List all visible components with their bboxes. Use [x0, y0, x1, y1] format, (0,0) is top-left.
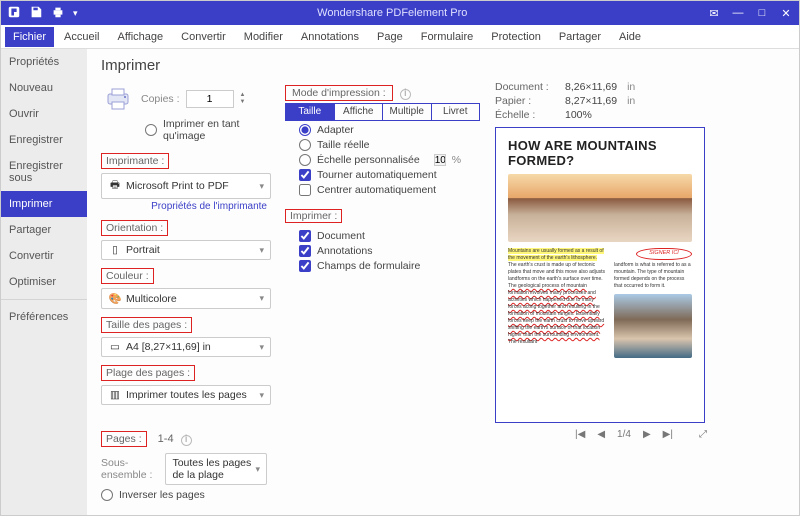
menu-aide[interactable]: Aide: [611, 27, 649, 47]
copies-input[interactable]: [186, 90, 234, 108]
sidebar: Propriétés Nouveau Ouvrir Enregistrer En…: [1, 49, 87, 515]
chevron-down-icon: ▾: [259, 390, 264, 401]
maximize-button[interactable]: □: [755, 7, 769, 19]
print-icon[interactable]: [51, 5, 65, 22]
sidebar-partager[interactable]: Partager: [1, 217, 87, 243]
pages-section-label: Pages :: [101, 431, 147, 447]
menubar: Fichier Accueil Affichage Convertir Modi…: [1, 25, 799, 49]
orientation-section-label: Orientation :: [101, 220, 168, 236]
pager-prev[interactable]: ◀: [597, 429, 605, 440]
printer-dropdown[interactable]: 🖶 Microsoft Print to PDF ▾: [101, 173, 271, 199]
preview-thumb-image: [614, 294, 692, 358]
fit-real-radio[interactable]: [299, 139, 311, 151]
subset-dropdown[interactable]: Toutes les pages de la plage ▾: [165, 453, 267, 485]
tab-livret[interactable]: Livret: [432, 104, 480, 120]
close-button[interactable]: ✕: [779, 7, 793, 20]
pager-zoom[interactable]: ⤢: [699, 429, 707, 440]
info-icon[interactable]: i: [400, 89, 411, 100]
pages-value: 1-4: [158, 433, 174, 445]
menu-protection[interactable]: Protection: [483, 27, 549, 47]
menu-annotations[interactable]: Annotations: [293, 27, 367, 47]
pagesize-dropdown[interactable]: ▭ A4 [8,27×11,69] in ▾: [101, 337, 271, 357]
color-section-label: Couleur :: [101, 268, 154, 284]
auto-rotate-check[interactable]: [299, 169, 311, 181]
menu-formulaire[interactable]: Formulaire: [413, 27, 482, 47]
reverse-pages-radio[interactable]: [101, 489, 113, 501]
preview-headline: HOW ARE MOUNTAINS FORMED?: [508, 138, 692, 168]
pages-icon: ▥: [108, 389, 122, 401]
preview-pager: |◀ ◀ 1/4 ▶ ▶| ⤢: [495, 429, 787, 440]
sidebar-enregistrer[interactable]: Enregistrer: [1, 127, 87, 153]
fit-custom-radio[interactable]: [299, 154, 311, 166]
print-as-image-label: Imprimer en tant qu'image: [163, 118, 267, 142]
print-preview: HOW ARE MOUNTAINS FORMED? Mountains are …: [495, 127, 705, 423]
sidebar-enregistrer-sous[interactable]: Enregistrer sous: [1, 153, 87, 191]
mail-icon[interactable]: ✉: [707, 7, 721, 20]
color-dropdown[interactable]: 🎨 Multicolore ▾: [101, 288, 271, 309]
minimize-button[interactable]: —: [731, 7, 745, 19]
menu-partager[interactable]: Partager: [551, 27, 609, 47]
pagerange-section-label: Plage des pages :: [101, 365, 195, 381]
copies-stepper[interactable]: ▲▼: [240, 92, 246, 106]
fit-adapter-radio[interactable]: [299, 124, 311, 136]
page-icon: ▭: [108, 341, 122, 353]
app-title: Wondershare PDFelement Pro: [78, 7, 707, 19]
app-logo-icon: [7, 5, 21, 22]
chevron-down-icon: ▾: [259, 245, 264, 256]
copies-label: Copies :: [141, 93, 180, 105]
chevron-down-icon: ▾: [255, 464, 260, 475]
pager-last[interactable]: ▶|: [663, 429, 673, 440]
print-as-image-radio[interactable]: [145, 124, 157, 136]
preview-right-column: SIGNER ICI landform is what is referred …: [614, 248, 692, 358]
chevron-down-icon: ▾: [259, 181, 264, 192]
reverse-pages-label: Inverser les pages: [119, 489, 205, 501]
orientation-dropdown[interactable]: ▯ Portrait ▾: [101, 240, 271, 260]
custom-scale-input[interactable]: [434, 154, 446, 166]
sign-here-annotation: SIGNER ICI: [636, 248, 692, 260]
menu-fichier[interactable]: Fichier: [5, 27, 54, 47]
auto-center-check[interactable]: [299, 184, 311, 196]
menu-affichage[interactable]: Affichage: [109, 27, 171, 47]
menu-page[interactable]: Page: [369, 27, 411, 47]
sidebar-imprimer[interactable]: Imprimer: [1, 191, 87, 217]
portrait-icon: ▯: [108, 244, 122, 256]
sidebar-ouvrir[interactable]: Ouvrir: [1, 101, 87, 127]
print-formfields-check[interactable]: [299, 260, 311, 272]
menu-accueil[interactable]: Accueil: [56, 27, 107, 47]
palette-icon: 🎨: [108, 292, 122, 305]
sidebar-preferences[interactable]: Préférences: [1, 304, 87, 330]
printer-small-icon: 🖶: [108, 177, 122, 195]
sidebar-proprietes[interactable]: Propriétés: [1, 49, 87, 75]
chevron-down-icon: ▾: [259, 293, 264, 304]
tab-affiche[interactable]: Affiche: [335, 104, 384, 120]
sidebar-optimiser[interactable]: Optimiser: [1, 269, 87, 295]
pagerange-dropdown[interactable]: ▥ Imprimer toutes les pages ▾: [101, 385, 271, 405]
sidebar-nouveau[interactable]: Nouveau: [1, 75, 87, 101]
pager-next[interactable]: ▶: [643, 429, 651, 440]
preview-hero-image: [508, 174, 692, 242]
tab-taille[interactable]: Taille: [286, 104, 335, 120]
print-document-check[interactable]: [299, 230, 311, 242]
mode-tabs: Taille Affiche Multiple Livret: [285, 103, 480, 121]
menu-convertir[interactable]: Convertir: [173, 27, 234, 47]
pagesize-section-label: Taille des pages :: [101, 317, 192, 333]
print-annotations-check[interactable]: [299, 245, 311, 257]
save-icon[interactable]: [29, 5, 43, 22]
printer-section-label: Imprimante :: [101, 153, 169, 169]
menu-modifier[interactable]: Modifier: [236, 27, 291, 47]
preview-left-column: Mountains are usually formed as a result…: [508, 248, 606, 358]
tab-multiple[interactable]: Multiple: [383, 104, 432, 120]
mode-section-label: Mode d'impression :: [285, 85, 393, 101]
printer-properties-link[interactable]: Propriétés de l'imprimante: [101, 201, 267, 212]
info-icon[interactable]: i: [181, 435, 192, 446]
print-elements-section: Imprimer :: [285, 209, 342, 223]
titlebar: ▾ Wondershare PDFelement Pro ✉ — □ ✕: [1, 1, 799, 25]
printer-large-icon: [101, 84, 135, 114]
pager-first[interactable]: |◀: [575, 429, 585, 440]
chevron-down-icon: ▾: [259, 342, 264, 353]
page-title: Imprimer: [101, 57, 267, 74]
subset-label: Sous-ensemble :: [101, 457, 159, 481]
sidebar-convertir[interactable]: Convertir: [1, 243, 87, 269]
